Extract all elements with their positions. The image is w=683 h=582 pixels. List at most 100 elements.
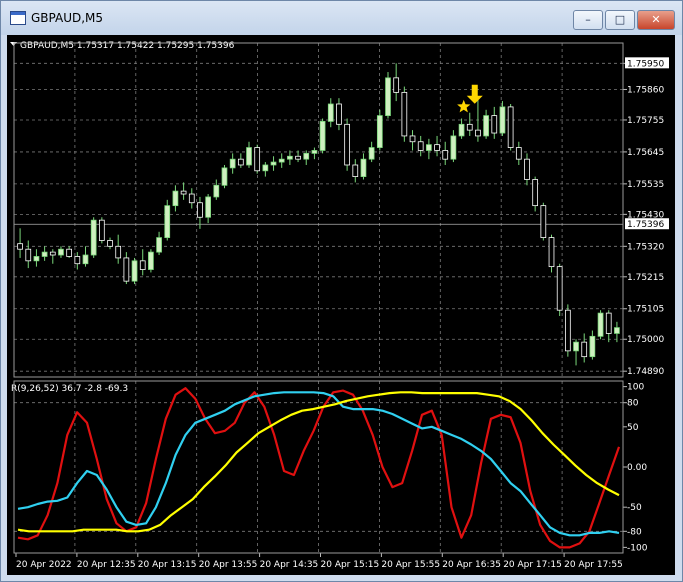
oscillator-tick-label: 0.00 [627,463,647,473]
oscillator-tick-label: -100 [627,543,648,553]
bull-candle [270,161,277,166]
bear-candle [74,256,81,265]
bull-candle [278,158,285,163]
price-tick-label: 1.75215 [627,273,664,283]
bear-candle [393,77,400,93]
bear-candle [515,147,522,160]
bull-candle [589,335,596,358]
bear-candle [565,309,571,352]
bear-candle [540,205,547,238]
bear-candle [507,106,514,148]
bull-candle [33,256,40,262]
bull-candle [205,196,211,218]
bear-candle [466,123,473,131]
bear-candle [180,190,187,195]
bear-candle [197,202,203,218]
price-tick-label: 1.75535 [627,180,664,190]
bull-candle [385,77,391,117]
time-tick-label: 20 Apr 17:55 [564,560,623,570]
bull-candle [90,219,97,256]
bull-candle [376,115,383,148]
price-tick-label: 1.75645 [627,148,664,158]
bull-candle [483,115,489,137]
chart-canvas[interactable]: 1.759501.758601.757551.756451.755351.754… [7,35,675,575]
time-tick-label: 20 Apr 16:35 [442,560,501,570]
time-axis: 20 Apr 2022 20 Apr 12:35 20 Apr 13:15 20 Ap… [15,553,623,570]
bull-candle [246,147,252,166]
bull-candle [82,254,89,265]
time-tick-label: 20 Apr 17:15 [503,560,562,570]
bear-candle [254,147,261,172]
bull-candle [213,184,220,198]
time-tick-label: 20 Apr 13:55 [199,560,258,570]
oscillator-tick-label: -50 [627,503,642,513]
minimize-button[interactable]: – [573,10,603,30]
time-tick-label: 20 Apr 14:35 [260,560,319,570]
bear-candle [352,164,359,177]
oscillator-header: R(9,26,52) 36.7 -2.8 -69.3 [11,384,128,394]
chart-window: GBPAUD,M5 – □ ✕ 1.75950 1.75860 1.75755 1.7… [0,0,683,582]
bull-candle [131,260,138,282]
bear-candle [295,155,301,160]
price-tick-label: 1.75105 [627,305,664,315]
bull-candle [458,123,465,137]
bear-candle [237,158,244,166]
bull-candle [164,205,171,238]
bear-candle [115,245,122,259]
bear-candle [123,257,130,282]
bull-candle [426,144,432,151]
oscillator-tick-label: 50 [627,423,639,433]
bear-candle [25,248,32,262]
title-bar[interactable]: GBPAUD,M5 – □ ✕ [1,1,682,35]
price-axis: 1.759501.758601.757551.756451.755351.754… [623,57,669,377]
bull-candle [499,106,506,134]
signal-marker [457,84,483,113]
oscillator-tick-label: 100 [627,383,644,393]
oscillator-axis: 100 80 50 0.00 -50 -80 -100 [623,383,648,553]
oscillator-tick-label: -80 [627,527,642,537]
bull-candle [148,251,154,270]
close-button[interactable]: ✕ [637,10,675,30]
bear-candle [548,237,555,268]
window-title: GBPAUD,M5 [31,11,104,25]
time-tick-label: 20 Apr 13:15 [138,560,197,570]
price-tick-label: 1.75860 [627,85,664,95]
bull-candle [41,251,48,257]
bull-candle [262,164,269,172]
time-tick-label: 20 Apr 15:55 [381,560,440,570]
bull-candle [368,147,375,160]
time-tick-label: 20 Apr 15:15 [321,560,380,570]
bear-candle [434,144,440,151]
bear-candle [475,129,481,137]
bear-candle [605,312,612,334]
bear-candle [401,91,408,137]
bull-candle [319,121,326,151]
bull-candle [597,312,604,337]
maximize-button[interactable]: □ [605,10,635,30]
bear-candle [17,243,23,250]
bear-candle [442,150,449,160]
bear-candle [581,341,588,358]
bull-candle [450,135,457,160]
bear-candle [66,248,72,257]
bear-candle [139,260,146,270]
bear-candle [188,193,195,204]
bear-candle [98,219,105,241]
time-tick-label: 20 Apr 12:35 [77,560,136,570]
price-tick-label: 1.75000 [627,335,664,345]
bear-candle [417,141,424,151]
price-tick-label: 1.75320 [627,242,664,252]
price-tick-label: 1.74890 [627,367,664,377]
signal-star-icon [457,99,471,113]
bear-candle [532,179,539,207]
chart-window-icon [10,11,26,25]
bear-candle [344,123,350,166]
bull-candle [156,237,162,253]
bull-candle [287,155,293,160]
chart-area[interactable]: 1.759501.758601.757551.756451.755351.754… [7,35,675,575]
bull-candle [221,167,228,186]
bear-candle [336,103,342,125]
bull-candle [58,248,64,256]
bull-candle [311,150,318,154]
bear-candle [556,266,563,311]
